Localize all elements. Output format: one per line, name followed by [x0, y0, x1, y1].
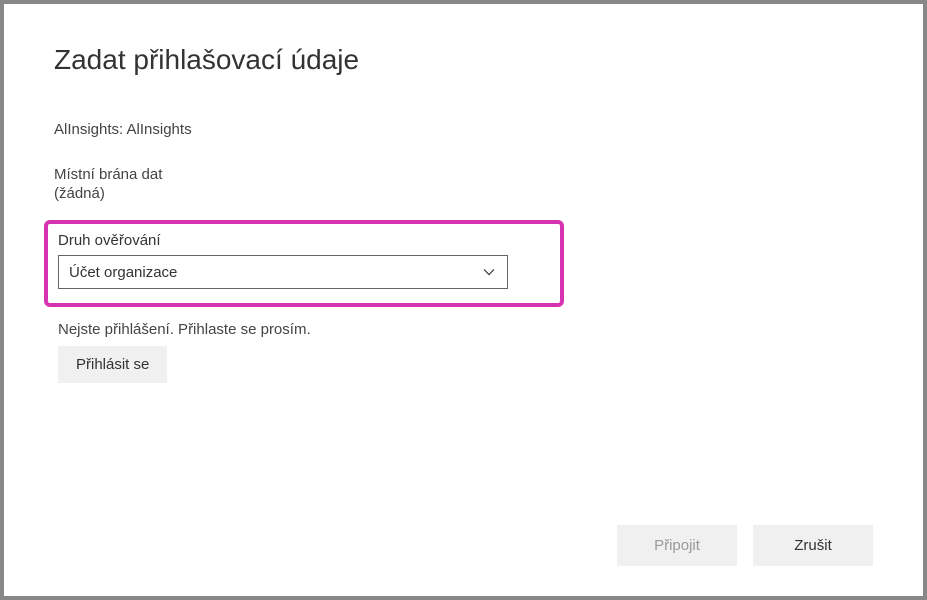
connect-button[interactable]: Připojit	[617, 525, 737, 566]
auth-type-selected: Účet organizace	[69, 264, 177, 281]
source-info: AlInsights: AlInsights	[54, 121, 873, 138]
chevron-down-icon	[481, 264, 497, 280]
cancel-button[interactable]: Zrušit	[753, 525, 873, 566]
signin-status: Nejste přihlášení. Přihlaste se prosím.	[58, 321, 873, 338]
credentials-dialog: Zadat přihlašovací údaje AlInsights: AlI…	[4, 4, 923, 596]
dialog-title: Zadat přihlašovací údaje	[54, 44, 873, 76]
auth-highlight-box: Druh ověřování Účet organizace	[44, 220, 564, 307]
dialog-footer: Připojit Zrušit	[617, 525, 873, 566]
gateway-value: (žádná)	[54, 185, 873, 202]
auth-type-label: Druh ověřování	[58, 232, 550, 249]
signin-button[interactable]: Přihlásit se	[58, 346, 167, 383]
gateway-label: Místní brána dat	[54, 166, 873, 183]
auth-type-dropdown[interactable]: Účet organizace	[58, 255, 508, 289]
